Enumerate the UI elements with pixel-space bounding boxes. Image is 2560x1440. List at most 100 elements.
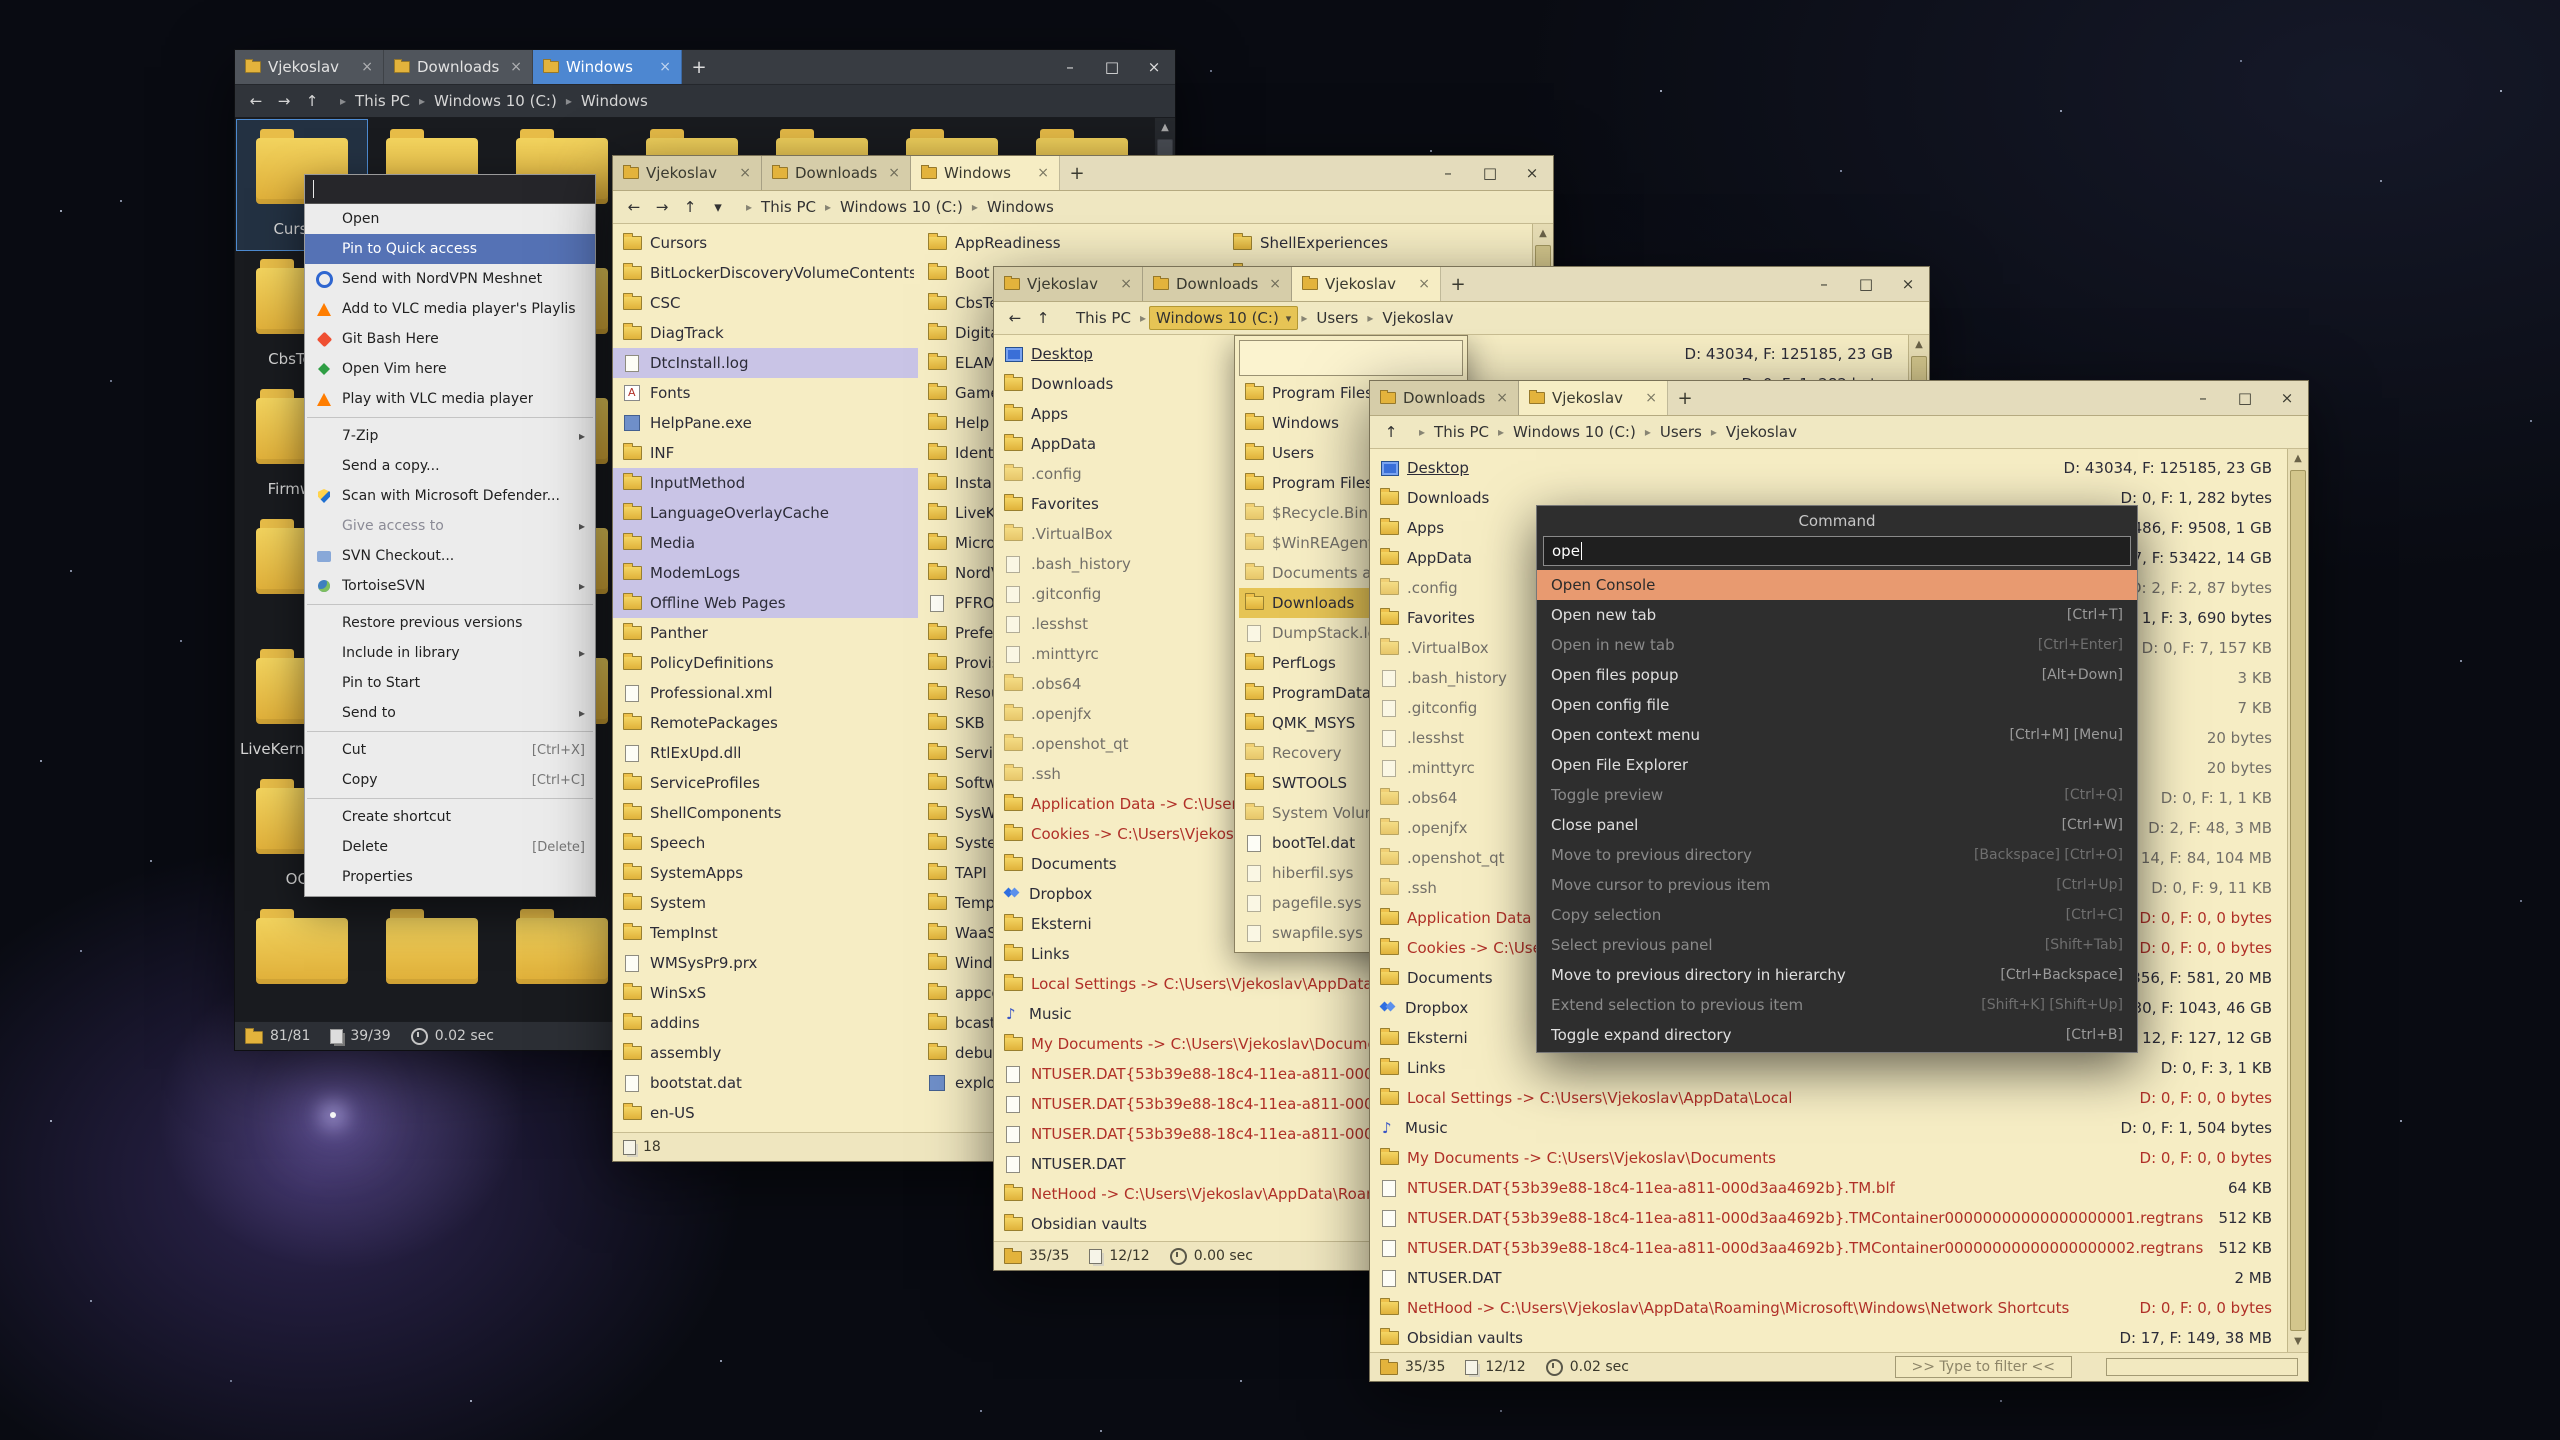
- file-row[interactable]: NTUSER.DAT{53b39e88-18c4-11ea-a811-000d3…: [1370, 1233, 2288, 1263]
- tab-close-icon[interactable]: ×: [659, 59, 671, 75]
- nav-button[interactable]: ↑: [677, 195, 703, 219]
- nav-button[interactable]: ▾: [705, 195, 731, 219]
- maximize-button[interactable]: □: [1091, 50, 1133, 84]
- file-row[interactable]: addins: [613, 1008, 918, 1038]
- context-menu-item[interactable]: Scan with Microsoft Defender... ▸: [305, 481, 595, 511]
- context-menu-item[interactable]: Properties ▸: [305, 862, 595, 892]
- file-row[interactable]: LanguageOverlayCache: [613, 498, 918, 528]
- tab[interactable]: Downloads ×: [1143, 267, 1292, 301]
- file-row[interactable]: BitLockerDiscoveryVolumeContents: [613, 258, 918, 288]
- breadcrumb-item[interactable]: ▸ Windows: [971, 196, 1060, 218]
- file-row[interactable]: WMSysPr9.prx: [613, 948, 918, 978]
- tab-close-icon[interactable]: ×: [1269, 276, 1281, 292]
- tab[interactable]: Windows ×: [911, 156, 1060, 190]
- nav-button[interactable]: ↑: [299, 89, 325, 113]
- file-row[interactable]: TempInst: [613, 918, 918, 948]
- nav-button[interactable]: ←: [621, 195, 647, 219]
- nav-button[interactable]: →: [271, 89, 297, 113]
- file-row[interactable]: Links D: 0, F: 3, 1 KB: [1370, 1053, 2288, 1083]
- file-row[interactable]: Fonts: [613, 378, 918, 408]
- file-row[interactable]: Music D: 0, F: 1, 504 bytes: [1370, 1113, 2288, 1143]
- tab[interactable]: Vjekoslav ×: [235, 50, 384, 84]
- context-menu-item[interactable]: 7-Zip ▸: [305, 421, 595, 451]
- context-menu-item[interactable]: Open ▸: [305, 204, 595, 234]
- tab-close-icon[interactable]: ×: [1037, 165, 1049, 181]
- file-row[interactable]: assembly: [613, 1038, 918, 1068]
- file-row[interactable]: NTUSER.DAT{53b39e88-18c4-11ea-a811-000d3…: [1370, 1203, 2288, 1233]
- scroll-down-icon[interactable]: ▼: [2288, 1332, 2308, 1352]
- context-menu-item[interactable]: Add to VLC media player's Playlist ▸: [305, 294, 595, 324]
- breadcrumb-item[interactable]: ▸ Windows 10 (C:): [824, 196, 969, 218]
- scroll-up-icon[interactable]: ▲: [1533, 224, 1553, 244]
- palette-item[interactable]: Close panel [Ctrl+W]: [1537, 810, 2137, 840]
- maximize-button[interactable]: □: [1469, 156, 1511, 190]
- tab[interactable]: Downloads ×: [384, 50, 533, 84]
- context-menu-item[interactable]: SVN Checkout... ▸: [305, 541, 595, 571]
- nav-button[interactable]: ↑: [1378, 420, 1404, 444]
- new-tab-button[interactable]: +: [1060, 156, 1094, 190]
- tab[interactable]: Downloads ×: [762, 156, 911, 190]
- minimize-button[interactable]: –: [1427, 156, 1469, 190]
- file-row[interactable]: en-US: [613, 1098, 918, 1128]
- tab-close-icon[interactable]: ×: [510, 59, 522, 75]
- breadcrumb-user[interactable]: Vjekoslav: [1376, 307, 1459, 329]
- breadcrumb-drive-selected[interactable]: Windows 10 (C:) ▾: [1149, 306, 1298, 330]
- file-row[interactable]: NTUSER.DAT 2 MB: [1370, 1263, 2288, 1293]
- palette-item[interactable]: Open files popup [Alt+Down]: [1537, 660, 2137, 690]
- context-menu-item[interactable]: Delete [Delete] ▸: [305, 832, 595, 862]
- palette-item[interactable]: Move to previous directory in hierarchy …: [1537, 960, 2137, 990]
- context-menu-item[interactable]: Copy [Ctrl+C] ▸: [305, 765, 595, 795]
- tab[interactable]: Windows ×: [533, 50, 682, 84]
- palette-item[interactable]: Open in new tab [Ctrl+Enter]: [1537, 630, 2137, 660]
- maximize-button[interactable]: □: [2224, 381, 2266, 415]
- breadcrumb-item[interactable]: ▸ Windows 10 (C:): [418, 90, 563, 112]
- palette-item[interactable]: Open File Explorer: [1537, 750, 2137, 780]
- file-row[interactable]: WinSxS: [613, 978, 918, 1008]
- tab-close-icon[interactable]: ×: [1418, 276, 1430, 292]
- file-row[interactable]: NTUSER.DAT{53b39e88-18c4-11ea-a811-000d3…: [1370, 1173, 2288, 1203]
- context-menu-item[interactable]: Pin to Quick access ▸: [305, 234, 595, 264]
- file-row[interactable]: AppReadiness: [918, 228, 1223, 258]
- new-tab-button[interactable]: +: [682, 50, 716, 84]
- close-button[interactable]: ×: [1887, 267, 1929, 301]
- tab[interactable]: Downloads ×: [1370, 381, 1519, 415]
- file-row[interactable]: HelpPane.exe: [613, 408, 918, 438]
- context-menu-item[interactable]: TortoiseSVN ▸: [305, 571, 595, 601]
- maximize-button[interactable]: □: [1845, 267, 1887, 301]
- file-row[interactable]: Speech: [613, 828, 918, 858]
- tab[interactable]: Vjekoslav ×: [994, 267, 1143, 301]
- tab-close-icon[interactable]: ×: [1645, 390, 1657, 406]
- file-row[interactable]: Local Settings -> C:\Users\Vjekoslav\App…: [1370, 1083, 2288, 1113]
- minimize-button[interactable]: –: [1049, 50, 1091, 84]
- file-row[interactable]: RtlExUpd.dll: [613, 738, 918, 768]
- breadcrumb-item[interactable]: ▸ Vjekoslav: [1710, 421, 1803, 443]
- tab[interactable]: Vjekoslav ×: [1519, 381, 1668, 415]
- minimize-button[interactable]: –: [1803, 267, 1845, 301]
- palette-item[interactable]: Copy selection [Ctrl+C]: [1537, 900, 2137, 930]
- context-menu-item[interactable]: Cut [Ctrl+X] ▸: [305, 735, 595, 765]
- context-menu-filter-input[interactable]: [305, 175, 595, 204]
- context-menu-item[interactable]: Give access to ▸: [305, 511, 595, 541]
- context-menu-item[interactable]: Open Vim here ▸: [305, 354, 595, 384]
- scrollbar-thumb[interactable]: [2290, 470, 2306, 1331]
- file-row[interactable]: DtcInstall.log: [613, 348, 918, 378]
- file-row[interactable]: PolicyDefinitions: [613, 648, 918, 678]
- breadcrumb-item[interactable]: ▸ This PC: [1418, 421, 1495, 443]
- context-menu-item[interactable]: Create shortcut ▸: [305, 802, 595, 832]
- palette-input[interactable]: ope: [1543, 536, 2131, 566]
- file-row[interactable]: Cursors: [613, 228, 918, 258]
- scroll-up-icon[interactable]: ▲: [2288, 449, 2308, 469]
- file-row[interactable]: INF: [613, 438, 918, 468]
- context-menu-item[interactable]: Send a copy... ▸: [305, 451, 595, 481]
- nav-button[interactable]: ←: [243, 89, 269, 113]
- scrollbar[interactable]: ▲ ▼: [2287, 449, 2308, 1352]
- palette-item[interactable]: Select previous panel [Shift+Tab]: [1537, 930, 2137, 960]
- nav-button[interactable]: →: [649, 195, 675, 219]
- context-menu-item[interactable]: Send to ▸: [305, 698, 595, 728]
- breadcrumb-item[interactable]: ▸ Windows: [565, 90, 654, 112]
- breadcrumb-item[interactable]: ▸ Users: [1644, 421, 1708, 443]
- file-row[interactable]: ShellExperiences: [1223, 228, 1528, 258]
- file-row[interactable]: bootstat.dat: [613, 1068, 918, 1098]
- file-row[interactable]: Professional.xml: [613, 678, 918, 708]
- file-row[interactable]: Desktop D: 43034, F: 125185, 23 GB: [1370, 453, 2288, 483]
